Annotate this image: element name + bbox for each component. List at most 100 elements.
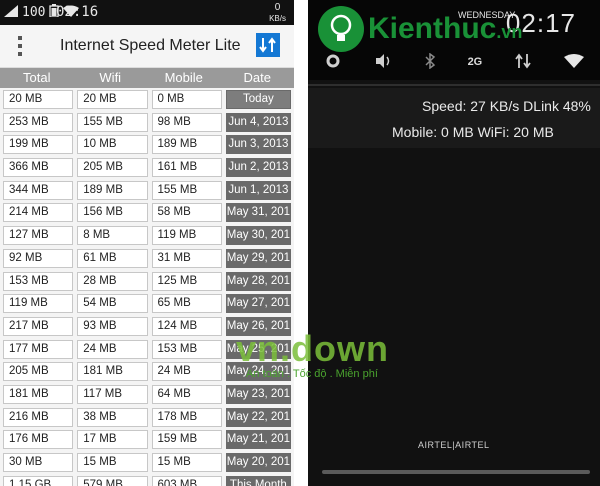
total-cell: 92 MB <box>3 248 74 268</box>
total-cell: 214 MB <box>3 203 74 223</box>
mobile-cell: 159 MB <box>151 430 222 450</box>
mobile-cell: 125 MB <box>151 271 222 291</box>
mobile-cell: 603 MB <box>151 475 222 486</box>
wifi-cell: 8 MB <box>77 226 148 246</box>
app-screen: 100 02:16 0 KB/s Internet Speed Meter Li… <box>0 0 294 486</box>
total-cell: 344 MB <box>3 180 74 200</box>
status-bar: 100 02:16 0 KB/s <box>0 0 294 25</box>
app-icon[interactable] <box>256 33 280 57</box>
signal-label: 100 <box>22 5 46 20</box>
total-cell: 176 MB <box>3 430 74 450</box>
wifi-cell: 17 MB <box>77 430 148 450</box>
speed-value: 0 <box>274 2 281 13</box>
notification-shade: WEDNESDAY 02:17 2G Speed: 27 KB/s DLink … <box>308 0 600 486</box>
wifi-cell: 54 MB <box>77 294 148 314</box>
table-row: 214 MB 156 MB 58 MB May 31, 2013 <box>3 203 291 223</box>
wifi-cell: 155 MB <box>77 112 148 132</box>
table-row: 176 MB 17 MB 159 MB May 21, 2013 <box>3 430 291 450</box>
wifi-cell: 28 MB <box>77 271 148 291</box>
wifi-cell: 61 MB <box>77 248 148 268</box>
date-cell: Jun 3, 2013 <box>225 135 291 155</box>
column-header-mobile: Mobile <box>164 70 203 85</box>
total-cell: 216 MB <box>3 407 74 427</box>
speed-text: Speed: 27 KB/s DLink 48% <box>422 98 591 114</box>
watermark-logo: vn.down <box>236 328 389 369</box>
mobile-cell: 119 MB <box>151 226 222 246</box>
total-cell: 119 MB <box>3 294 74 314</box>
date-cell: May 28, 2013 <box>225 271 291 291</box>
total-cell: 177 MB <box>3 339 74 359</box>
watermark: vn.down An toàn . Tốc độ . Miễn phí <box>236 328 436 388</box>
watermark-tagline: An toàn . Tốc độ . Miễn phí <box>246 368 378 380</box>
table-header: Total Wifi Mobile Date <box>0 68 294 88</box>
wifi-cell: 579 MB <box>77 475 148 486</box>
date-cell: May 21, 2013 <box>225 430 291 450</box>
total-cell: 20 MB <box>3 90 74 109</box>
date-cell: Jun 1, 2013 <box>225 180 291 200</box>
date-cell: Jun 2, 2013 <box>225 158 291 178</box>
table-row: 153 MB 28 MB 125 MB May 28, 2013 <box>3 271 291 291</box>
date-cell: May 31, 2013 <box>225 203 291 223</box>
table-row: 366 MB 205 MB 161 MB Jun 2, 2013 <box>3 158 291 178</box>
mobile-cell: 15 MB <box>151 453 222 472</box>
total-cell: 366 MB <box>3 158 74 178</box>
wifi-cell: 24 MB <box>77 339 148 359</box>
date-cell: May 20, 2013 <box>225 453 291 472</box>
site-name: Kienthuc.vn <box>368 12 523 45</box>
total-cell: 205 MB <box>3 362 74 382</box>
wifi-cell: 20 MB <box>77 90 148 109</box>
date-cell: May 29, 2013 <box>225 248 291 268</box>
wifi-cell: 10 MB <box>77 135 148 155</box>
carrier-label: AIRTEL|AIRTEL <box>418 440 490 450</box>
table-row: 119 MB 54 MB 65 MB May 27, 2013 <box>3 294 291 314</box>
date-cell: May 30, 2013 <box>225 226 291 246</box>
wifi-cell: 117 MB <box>77 384 148 404</box>
mobile-cell: 124 MB <box>151 316 222 336</box>
total-cell: 153 MB <box>3 271 74 291</box>
total-cell: 30 MB <box>3 453 74 472</box>
date-cell: Jun 4, 2013 <box>225 112 291 132</box>
table-row: 344 MB 189 MB 155 MB Jun 1, 2013 <box>3 180 291 200</box>
wifi-cell: 156 MB <box>77 203 148 223</box>
date-cell: May 22, 2013 <box>225 407 291 427</box>
usage-table: 20 MB 20 MB 0 MB Today 253 MB 155 MB 98 MB Jun… <box>3 90 291 486</box>
date-cell: May 27, 2013 <box>225 294 291 314</box>
total-cell: 217 MB <box>3 316 74 336</box>
table-row: 127 MB 8 MB 119 MB May 30, 2013 <box>3 226 291 246</box>
mobile-cell: 189 MB <box>151 135 222 155</box>
table-row: 20 MB 20 MB 0 MB Today <box>3 90 291 109</box>
date-cell: Today <box>225 90 291 109</box>
usage-text: Mobile: 0 MB WiFi: 20 MB <box>392 124 554 140</box>
column-header-date: Date <box>243 70 271 85</box>
table-row: 253 MB 155 MB 98 MB Jun 4, 2013 <box>3 112 291 132</box>
mobile-cell: 161 MB <box>151 158 222 178</box>
table-row: 30 MB 15 MB 15 MB May 20, 2013 <box>3 453 291 472</box>
mobile-cell: 0 MB <box>151 90 222 109</box>
wifi-cell: 93 MB <box>77 316 148 336</box>
mobile-cell: 65 MB <box>151 294 222 314</box>
total-cell: 181 MB <box>3 384 74 404</box>
site-logo: Kienthuc.vn <box>318 0 600 60</box>
wifi-cell: 205 MB <box>77 158 148 178</box>
app-bar: Internet Speed Meter Lite <box>0 25 294 68</box>
lightbulb-icon <box>318 6 364 52</box>
mobile-cell: 64 MB <box>151 384 222 404</box>
wifi-cell: 189 MB <box>77 180 148 200</box>
speed-meter-notification[interactable]: Speed: 27 KB/s DLink 48% Mobile: 0 MB Wi… <box>308 88 600 148</box>
network-speed-indicator: 0 KB/s <box>269 2 286 24</box>
total-cell: 199 MB <box>3 135 74 155</box>
divider <box>308 84 600 86</box>
date-cell: This Month <box>225 475 291 486</box>
mobile-cell: 155 MB <box>151 180 222 200</box>
total-cell: 127 MB <box>3 226 74 246</box>
table-row: 216 MB 38 MB 178 MB May 22, 2013 <box>3 407 291 427</box>
signal-icon <box>4 4 18 21</box>
wifi-cell: 38 MB <box>77 407 148 427</box>
mobile-cell: 31 MB <box>151 248 222 268</box>
table-row: 92 MB 61 MB 31 MB May 29, 2013 <box>3 248 291 268</box>
mobile-cell: 98 MB <box>151 112 222 132</box>
shade-drag-handle[interactable] <box>322 470 590 474</box>
speed-unit: KB/s <box>269 14 286 23</box>
total-cell: 253 MB <box>3 112 74 132</box>
overflow-menu-icon[interactable] <box>18 36 22 56</box>
